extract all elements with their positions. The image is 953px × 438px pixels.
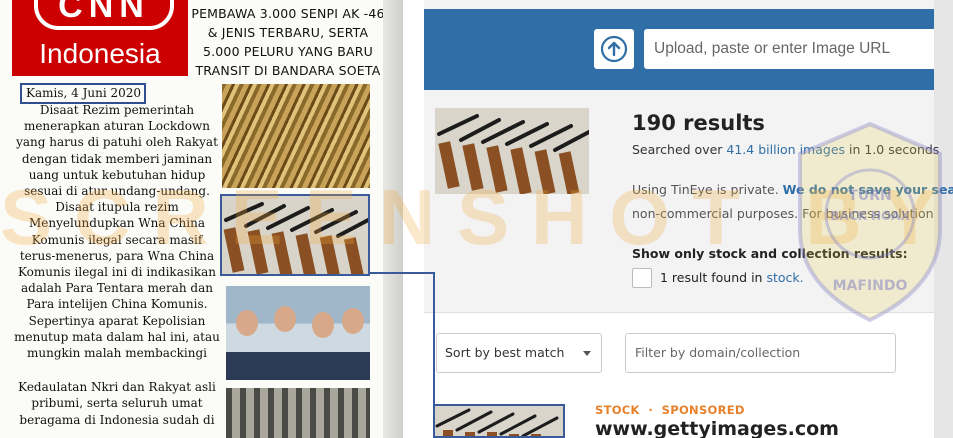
query-image-thumbnail[interactable] bbox=[435, 108, 591, 195]
hoax-newspaper-image: CNN Indonesia PEMBAWA 3.000 SENPI AK -46… bbox=[0, 0, 403, 438]
sort-selected-value: Sort by best match bbox=[445, 345, 565, 360]
noncommercial-notice: non-commercial purposes. For business so… bbox=[632, 206, 934, 221]
results-count: 190 results bbox=[632, 111, 765, 135]
result-tags: STOCK · SPONSORED bbox=[595, 403, 745, 417]
upload-arrow-icon bbox=[600, 35, 628, 63]
rifles-illustration bbox=[222, 196, 368, 274]
searched-over-line: Searched over 41.4 billion images in 1.0… bbox=[632, 142, 939, 157]
rifles-photo-highlighted bbox=[220, 194, 370, 276]
newspaper-headline: PEMBAWA 3.000 SENPI AK -46 & JENIS TERBA… bbox=[191, 6, 385, 78]
domain-filter-input[interactable]: Filter by domain/collection bbox=[625, 333, 896, 373]
cnn-indonesia-logo: CNN Indonesia bbox=[12, 0, 188, 76]
highlight-connector-line bbox=[370, 272, 434, 274]
newspaper-date-highlight: Kamis, 4 Juni 2020 bbox=[20, 83, 146, 104]
tag-separator: · bbox=[648, 403, 654, 417]
weapons-crates-photo bbox=[226, 388, 370, 438]
result-rifles-thumbnail bbox=[435, 406, 563, 436]
billion-images-link[interactable]: 41.4 billion images bbox=[726, 142, 845, 157]
scrollbar-track[interactable] bbox=[934, 0, 953, 438]
article-paragraph: Disaat Rezim pemerintah menerapkan atura… bbox=[14, 103, 220, 361]
stock-filter-heading: Show only stock and collection results: bbox=[632, 246, 908, 261]
stock-link[interactable]: stock. bbox=[766, 270, 803, 285]
stock-tag: STOCK bbox=[595, 403, 640, 417]
chevron-down-icon bbox=[583, 351, 591, 356]
privacy-prefix: Using TinEye is private. bbox=[632, 182, 783, 197]
page-fold-shadow bbox=[383, 0, 403, 438]
tineye-page: Upload, paste or enter Image URL 190 res… bbox=[403, 0, 953, 438]
searched-suffix: in 1.0 seconds bbox=[845, 142, 940, 157]
highlight-connector-line bbox=[433, 272, 435, 404]
privacy-notice: Using TinEye is private. We do not save … bbox=[632, 182, 953, 197]
stock-filter-label[interactable]: 1 result found in stock. bbox=[660, 270, 804, 285]
sort-dropdown[interactable]: Sort by best match bbox=[436, 333, 602, 373]
searched-prefix: Searched over bbox=[632, 142, 727, 157]
cnn-brand-name: Indonesia bbox=[39, 38, 161, 69]
query-rifles-thumbnail bbox=[435, 108, 591, 195]
people-photo bbox=[226, 286, 370, 380]
sponsored-tag: SPONSORED bbox=[661, 403, 745, 417]
stock-count-text: 1 result found in bbox=[660, 270, 767, 285]
cnn-mark: CNN bbox=[34, 0, 174, 30]
newspaper-article: Disaat Rezim pemerintah menerapkan atura… bbox=[14, 102, 220, 438]
margin-left bbox=[403, 0, 424, 438]
result-thumbnail-highlighted[interactable] bbox=[433, 404, 565, 438]
stock-filter-checkbox[interactable] bbox=[632, 268, 652, 288]
article-paragraph: Kedaulatan Nkri dan Rakyat asli pribumi,… bbox=[18, 380, 216, 427]
bullets-photo bbox=[222, 84, 370, 188]
result-domain-link[interactable]: www.gettyimages.com bbox=[595, 418, 839, 438]
privacy-link[interactable]: We do not save your sea bbox=[783, 182, 953, 197]
upload-button[interactable] bbox=[594, 29, 634, 69]
image-url-input[interactable]: Upload, paste or enter Image URL bbox=[644, 29, 934, 69]
